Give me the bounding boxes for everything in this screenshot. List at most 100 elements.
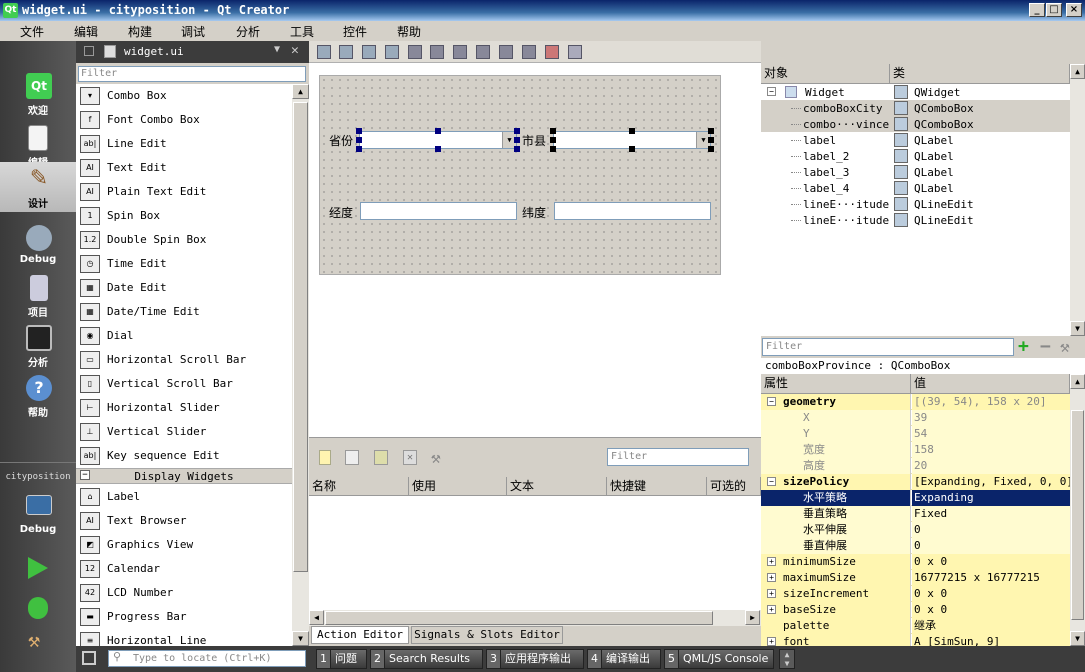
selection-handle[interactable] — [629, 128, 635, 134]
property-editor-scrollbar[interactable]: ▲ ▼ — [1070, 374, 1085, 646]
label-province[interactable]: 省份 — [329, 132, 353, 149]
property-row[interactable]: + maximumSize 16777215 x 16777215 — [761, 570, 1070, 586]
kit-selector[interactable]: Debug — [0, 491, 76, 541]
property-row[interactable]: − sizePolicy [Expanding, Fixed, 0, 0] — [761, 474, 1070, 490]
layout-h-splitter-icon[interactable] — [453, 45, 467, 59]
selection-handle[interactable] — [708, 128, 714, 134]
widget-box-item[interactable]: ◩ Graphics View — [76, 533, 292, 557]
tab-qml-console[interactable]: 5 QML/JS Console — [664, 649, 774, 669]
mode-debug[interactable]: Debug — [0, 221, 76, 271]
expand-icon[interactable]: + — [767, 557, 776, 566]
property-row[interactable]: palette 继承 — [761, 618, 1070, 634]
label-city[interactable]: 市县 — [522, 132, 546, 149]
property-row[interactable]: X 39 — [761, 410, 1070, 426]
locator-input[interactable]: Type to locate (Ctrl+K) — [108, 650, 306, 667]
widget-box-item[interactable]: 42 LCD Number — [76, 581, 292, 605]
col-class[interactable]: 类 — [890, 64, 1070, 84]
col-text[interactable]: 文本 — [507, 477, 607, 496]
selection-handle[interactable] — [435, 146, 441, 152]
widget-box-item[interactable]: ▦ Date Edit — [76, 276, 292, 300]
more-tabs-icon[interactable]: ▲ ▼ — [779, 649, 795, 669]
property-value-cell[interactable]: [Expanding, Fixed, 0, 0] — [912, 474, 1070, 490]
scroll-up-icon[interactable]: ▲ — [1070, 64, 1085, 79]
col-object[interactable]: 对象 — [761, 64, 890, 84]
menu-controls[interactable]: 控件 — [343, 23, 367, 40]
object-tree-row[interactable]: lineE···itude QLineEdit — [761, 212, 1070, 228]
property-value-cell[interactable]: 20 — [912, 458, 1070, 474]
property-value-cell[interactable]: 16777215 x 16777215 — [912, 570, 1070, 586]
tab-issues[interactable]: 1 问题 — [316, 649, 367, 669]
file-name[interactable]: widget.ui — [124, 45, 184, 58]
col-used[interactable]: 使用 — [409, 477, 507, 496]
property-value-cell[interactable]: Fixed — [912, 506, 1070, 522]
menu-file[interactable]: 文件 — [20, 23, 44, 40]
mode-projects[interactable]: 项目 — [0, 271, 76, 321]
configure-wrench-icon[interactable]: ⚒ — [431, 448, 441, 467]
minimize-icon[interactable]: _ — [1029, 3, 1045, 17]
expand-icon[interactable]: + — [767, 573, 776, 582]
object-tree-row[interactable]: comboBoxCity QComboBox — [761, 100, 1070, 116]
layout-vertical-icon[interactable] — [430, 45, 444, 59]
widget-box-item[interactable]: ⊢ Horizontal Slider — [76, 396, 292, 420]
widget-box-item[interactable]: ▾ Combo Box — [76, 84, 292, 108]
scroll-thumb[interactable] — [325, 611, 713, 625]
action-table-body[interactable] — [309, 496, 761, 610]
property-row[interactable]: 垂直伸展 0 — [761, 538, 1070, 554]
property-row[interactable]: 宽度 158 — [761, 442, 1070, 458]
collapse-icon[interactable]: − — [767, 87, 776, 96]
edit-signals-icon[interactable] — [339, 45, 353, 59]
layout-form-icon[interactable] — [499, 45, 513, 59]
delete-action-icon[interactable]: ✕ — [403, 450, 417, 465]
property-value-cell[interactable]: 0 — [912, 522, 1070, 538]
property-value-cell[interactable]: A [SimSun, 9] — [912, 634, 1070, 646]
widget-box-item[interactable]: ◷ Time Edit — [76, 252, 292, 276]
label-latitude[interactable]: 纬度 — [522, 204, 546, 221]
scroll-up-icon[interactable]: ▲ — [1070, 374, 1085, 389]
col-checkable[interactable]: 可选的 — [707, 477, 761, 496]
widget-box-item[interactable]: f Font Combo Box — [76, 108, 292, 132]
add-property-icon[interactable]: + — [1018, 336, 1029, 357]
selection-handle[interactable] — [356, 146, 362, 152]
widget-box-item[interactable]: AI Text Browser — [76, 509, 292, 533]
property-row[interactable]: + font A [SimSun, 9] — [761, 634, 1070, 646]
tab-search-results[interactable]: 2 Search Results — [370, 649, 483, 669]
widget-box-item[interactable]: ▦ Date/Time Edit — [76, 300, 292, 324]
menu-edit[interactable]: 编辑 — [74, 23, 98, 40]
property-value-cell[interactable]: 0 x 0 — [912, 602, 1070, 618]
expand-icon[interactable]: + — [767, 605, 776, 614]
property-row[interactable]: + minimumSize 0 x 0 — [761, 554, 1070, 570]
widget-box-item[interactable]: AI Text Edit — [76, 156, 292, 180]
col-property[interactable]: 属性 — [761, 374, 911, 394]
menu-build[interactable]: 构建 — [128, 23, 152, 40]
selection-handle[interactable] — [514, 146, 520, 152]
selection-handle[interactable] — [435, 128, 441, 134]
scroll-left-icon[interactable]: ◀ — [309, 610, 324, 625]
close-document-icon[interactable]: ✕ — [291, 43, 299, 58]
selection-handle[interactable] — [550, 137, 556, 143]
property-row[interactable]: 垂直策略 Fixed — [761, 506, 1070, 522]
property-row[interactable]: Y 54 — [761, 426, 1070, 442]
menu-help[interactable]: 帮助 — [397, 23, 421, 40]
edit-widgets-icon[interactable] — [317, 45, 331, 59]
object-tree-row[interactable]: label QLabel — [761, 132, 1070, 148]
selection-handle[interactable] — [514, 137, 520, 143]
menu-analyze[interactable]: 分析 — [236, 23, 260, 40]
menu-debug[interactable]: 调试 — [181, 23, 205, 40]
scroll-up-icon[interactable]: ▲ — [292, 84, 309, 99]
expand-icon[interactable]: + — [767, 637, 776, 646]
property-row[interactable]: 水平伸展 0 — [761, 522, 1070, 538]
object-tree-row[interactable]: label_3 QLabel — [761, 164, 1070, 180]
property-value-cell[interactable]: 0 — [912, 538, 1070, 554]
new-action-icon[interactable] — [319, 450, 331, 465]
widget-box-item[interactable]: AI Plain Text Edit — [76, 180, 292, 204]
property-row[interactable]: 高度 20 — [761, 458, 1070, 474]
widget-category-header[interactable]: − Display Widgets — [76, 468, 292, 484]
property-value-cell[interactable]: Expanding — [912, 490, 1070, 506]
property-value-cell[interactable]: 0 x 0 — [912, 554, 1070, 570]
property-value-cell[interactable]: 54 — [912, 426, 1070, 442]
configure-wrench-icon[interactable]: ⚒ — [1060, 337, 1070, 356]
widget-filter-input[interactable]: Filter — [78, 66, 306, 82]
scroll-down-icon[interactable]: ▼ — [1070, 631, 1085, 646]
debug-run-icon[interactable] — [28, 597, 48, 619]
layout-v-splitter-icon[interactable] — [476, 45, 490, 59]
